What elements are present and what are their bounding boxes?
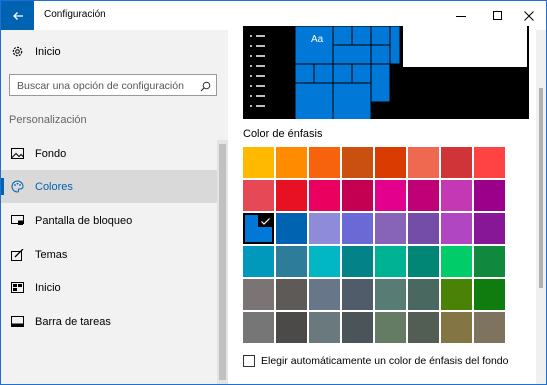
sidebar-item-colores[interactable]: Colores	[1, 170, 217, 203]
start-icon	[11, 282, 33, 293]
sidebar-item-inicio[interactable]: Inicio	[1, 271, 217, 304]
color-swatch[interactable]	[309, 147, 340, 178]
color-swatch[interactable]	[441, 279, 472, 310]
color-swatch[interactable]	[276, 147, 307, 178]
sidebar-item-label: Temas	[35, 248, 68, 261]
color-swatch[interactable]	[474, 213, 505, 244]
search-icon	[200, 79, 211, 97]
color-swatch[interactable]	[309, 213, 340, 244]
sidebar: Inicio Buscar una opción de configuració…	[1, 30, 228, 384]
section-heading: Personalización	[9, 114, 87, 126]
color-swatch[interactable]	[276, 312, 307, 343]
color-swatch[interactable]	[342, 246, 373, 277]
color-swatch[interactable]	[441, 180, 472, 211]
main-scrollbar-thumb[interactable]	[539, 88, 543, 288]
color-swatch[interactable]	[441, 246, 472, 277]
color-swatch[interactable]	[243, 213, 274, 244]
maximize-icon	[493, 10, 502, 20]
color-swatch[interactable]	[276, 279, 307, 310]
color-swatch[interactable]	[276, 180, 307, 211]
picture-icon	[11, 148, 33, 159]
color-swatch[interactable]	[408, 180, 439, 211]
selection-indicator	[1, 178, 4, 195]
auto-accent-option[interactable]: Elegir automáticamente un color de énfas…	[243, 355, 508, 367]
sidebar-item-barra-de-tareas[interactable]: Barra de tareas	[1, 305, 217, 338]
color-swatch[interactable]	[243, 279, 274, 310]
sidebar-scrollbar-thumb[interactable]	[219, 144, 226, 380]
search-input[interactable]: Buscar una opción de configuración	[9, 74, 217, 96]
palette-icon	[11, 180, 33, 193]
sidebar-item-label: Fondo	[35, 147, 67, 160]
sidebar-item-pantalla-de-bloqueo[interactable]: Pantalla de bloqueo	[1, 204, 217, 237]
color-swatch[interactable]	[408, 312, 439, 343]
settings-window: Configuración Inicio Buscar una opción d…	[0, 0, 547, 385]
color-swatch[interactable]	[342, 147, 373, 178]
back-arrow-icon	[12, 11, 23, 20]
close-icon	[524, 10, 534, 21]
color-swatch[interactable]	[309, 279, 340, 310]
color-swatch[interactable]	[375, 147, 406, 178]
color-swatch[interactable]	[243, 246, 274, 277]
back-button[interactable]	[1, 1, 34, 30]
color-swatch[interactable]	[342, 312, 373, 343]
main-scrollbar[interactable]	[536, 30, 546, 384]
color-swatch[interactable]	[474, 312, 505, 343]
theme-preview: Aa	[243, 26, 529, 119]
color-swatch[interactable]	[474, 279, 505, 310]
color-swatch[interactable]	[441, 213, 472, 244]
color-swatch[interactable]	[474, 147, 505, 178]
lock-screen-icon	[11, 215, 33, 226]
sidebar-item-label: Colores	[35, 180, 73, 193]
window-title: Configuración	[44, 9, 106, 20]
color-swatch[interactable]	[408, 279, 439, 310]
start-menu-preview	[243, 26, 529, 119]
color-swatch[interactable]	[309, 246, 340, 277]
minimize-icon	[456, 15, 466, 17]
color-swatch[interactable]	[375, 312, 406, 343]
color-swatch[interactable]	[441, 147, 472, 178]
accent-color-heading: Color de énfasis	[243, 128, 323, 140]
color-swatch[interactable]	[408, 246, 439, 277]
color-swatch[interactable]	[342, 213, 373, 244]
color-swatch[interactable]	[408, 147, 439, 178]
color-swatch[interactable]	[243, 180, 274, 211]
color-swatch[interactable]	[309, 180, 340, 211]
color-swatch[interactable]	[408, 213, 439, 244]
color-swatch[interactable]	[375, 246, 406, 277]
gear-icon	[11, 45, 33, 58]
color-swatch[interactable]	[474, 246, 505, 277]
sidebar-home-label: Inicio	[35, 45, 61, 58]
sidebar-item-label: Inicio	[35, 281, 61, 294]
auto-accent-label: Elegir automáticamente un color de énfas…	[261, 355, 509, 367]
sidebar-item-temas[interactable]: Temas	[1, 238, 217, 271]
color-swatch[interactable]	[342, 279, 373, 310]
checkmark-icon	[258, 215, 272, 227]
color-swatch[interactable]	[375, 279, 406, 310]
color-swatch[interactable]	[309, 312, 340, 343]
auto-accent-checkbox[interactable]	[243, 355, 255, 367]
sidebar-scrollbar[interactable]	[217, 140, 228, 384]
taskbar-icon	[11, 316, 33, 327]
sidebar-item-home[interactable]: Inicio	[1, 35, 217, 68]
color-swatch[interactable]	[276, 246, 307, 277]
color-swatch[interactable]	[474, 180, 505, 211]
sidebar-item-label: Pantalla de bloqueo	[35, 214, 133, 227]
search-placeholder: Buscar una opción de configuración	[17, 80, 184, 92]
sidebar-item-label: Barra de tareas	[35, 315, 111, 328]
color-swatch[interactable]	[342, 180, 373, 211]
color-swatch[interactable]	[375, 180, 406, 211]
sidebar-item-fondo[interactable]: Fondo	[1, 137, 217, 170]
color-swatch[interactable]	[276, 213, 307, 244]
color-swatch[interactable]	[243, 147, 274, 178]
preview-tile-label: Aa	[311, 34, 324, 45]
themes-icon	[11, 248, 33, 261]
color-swatch[interactable]	[441, 312, 472, 343]
color-swatch[interactable]	[375, 213, 406, 244]
main-content: Aa Color de énfasis Elegir automáticamen…	[228, 26, 546, 384]
color-swatch[interactable]	[243, 312, 274, 343]
